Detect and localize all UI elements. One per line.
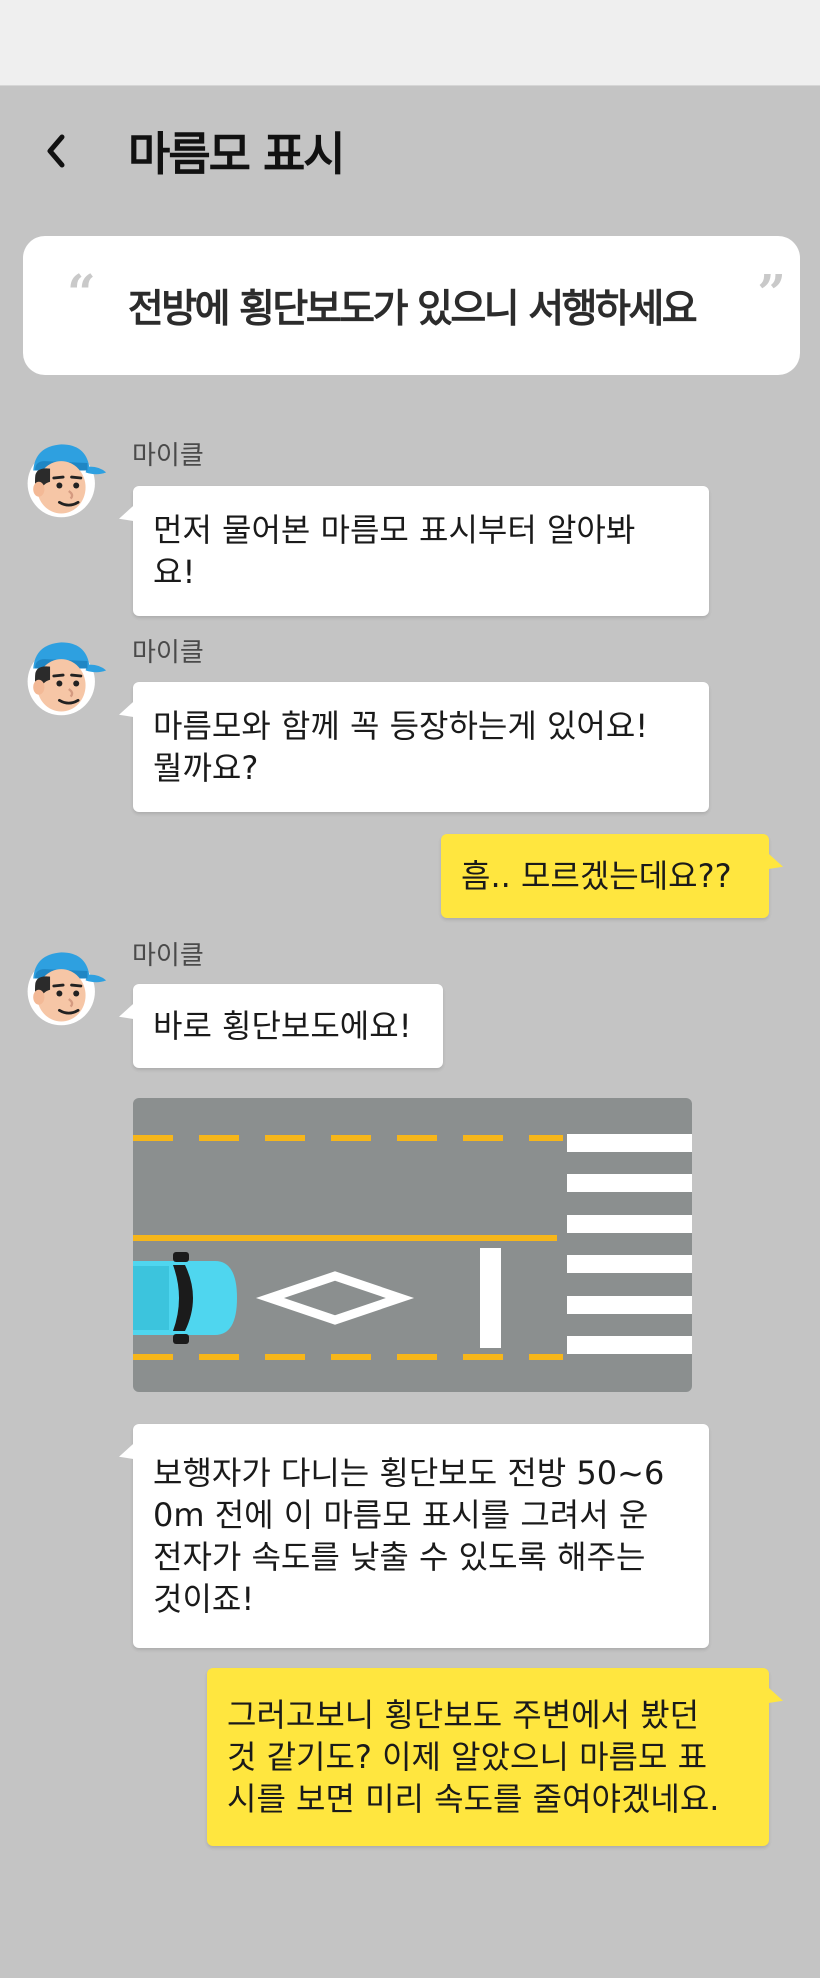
page-title: 마름모 표시 bbox=[128, 127, 346, 181]
quote-open-mark: “ bbox=[67, 263, 96, 322]
message-text: 보행자가 다니는 횡단보도 전방 50~6 0m 전에 이 마름모 표시를 그려… bbox=[153, 1454, 665, 1618]
quote-card: “ 전방에 횡단보도가 있으니 서행하세요 ” bbox=[23, 236, 800, 375]
avatar-michael-icon[interactable] bbox=[22, 940, 108, 1032]
back-button[interactable] bbox=[36, 126, 76, 176]
crosswalk-diagram[interactable] bbox=[133, 1098, 692, 1392]
my-message-bubble: 그러고보니 횡단보도 주변에서 봤던 것 같기도? 이제 알았으니 마름모 표 … bbox=[207, 1668, 769, 1846]
message-text: 먼저 물어본 마름모 표시부터 알아봐 요! bbox=[153, 511, 636, 591]
sender-name: 마이클 bbox=[132, 638, 204, 668]
header: 마름모 표시 bbox=[0, 86, 820, 216]
avatar-michael-icon[interactable] bbox=[22, 630, 108, 722]
message-bubble: 보행자가 다니는 횡단보도 전방 50~6 0m 전에 이 마름모 표시를 그려… bbox=[133, 1424, 709, 1648]
message-bubble: 바로 횡단보도에요! bbox=[133, 984, 443, 1068]
my-message-bubble: 흠.. 모르겠는데요?? bbox=[441, 834, 769, 918]
quote-text: 전방에 횡단보도가 있으니 서행하세요 bbox=[127, 286, 698, 332]
message-text: 바로 횡단보도에요! bbox=[153, 1007, 412, 1045]
sender-name: 마이클 bbox=[132, 941, 204, 971]
message-text: 마름모와 함께 꼭 등장하는게 있어요! 뭘까요? bbox=[153, 707, 649, 787]
avatar-michael-icon[interactable] bbox=[22, 432, 108, 524]
message-bubble: 먼저 물어본 마름모 표시부터 알아봐 요! bbox=[133, 486, 709, 616]
message-text: 그러고보니 횡단보도 주변에서 봤던 것 같기도? 이제 알았으니 마름모 표 … bbox=[227, 1696, 720, 1818]
back-chevron-icon bbox=[47, 134, 65, 168]
message-text: 흠.. 모르겠는데요?? bbox=[461, 857, 732, 895]
sender-name: 마이클 bbox=[132, 441, 204, 471]
message-bubble: 마름모와 함께 꼭 등장하는게 있어요! 뭘까요? bbox=[133, 682, 709, 812]
quote-close-mark: ” bbox=[757, 263, 786, 322]
status-bar bbox=[0, 0, 820, 86]
